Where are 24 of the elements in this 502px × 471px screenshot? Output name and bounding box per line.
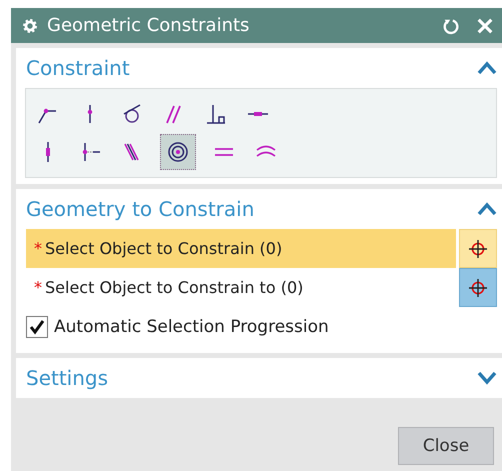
- crosshair-icon: [468, 278, 488, 298]
- crosshair-icon: [468, 238, 488, 258]
- required-mark: *: [34, 239, 42, 258]
- reset-icon[interactable]: [442, 16, 460, 34]
- selection-label: Select Object to Constrain (0): [45, 239, 282, 258]
- checkbox[interactable]: [26, 316, 48, 338]
- selection-step[interactable]: * Select Object to Constrain to (0): [26, 268, 456, 307]
- section-title: Settings: [26, 366, 108, 390]
- collapse-icon[interactable]: [477, 61, 497, 75]
- required-mark: *: [34, 278, 42, 297]
- checkbox-label: Automatic Selection Progression: [54, 317, 329, 337]
- section-title: Geometry to Constrain: [26, 197, 254, 221]
- section-title: Constraint: [26, 56, 130, 80]
- close-icon[interactable]: [476, 16, 494, 34]
- selection-step[interactable]: * Select Object to Constrain (0): [26, 229, 456, 268]
- concentric-circles-icon[interactable]: [160, 134, 196, 170]
- collapse-icon[interactable]: [477, 202, 497, 216]
- crosshair-button[interactable]: [459, 268, 497, 307]
- close-button[interactable]: Close: [398, 427, 494, 465]
- expand-icon[interactable]: [477, 371, 497, 385]
- window-title: Geometric Constraints: [47, 15, 250, 36]
- crosshair-button[interactable]: [459, 229, 497, 268]
- selection-label: Select Object to Constrain to (0): [45, 278, 304, 297]
- settings-icon: [21, 16, 39, 34]
